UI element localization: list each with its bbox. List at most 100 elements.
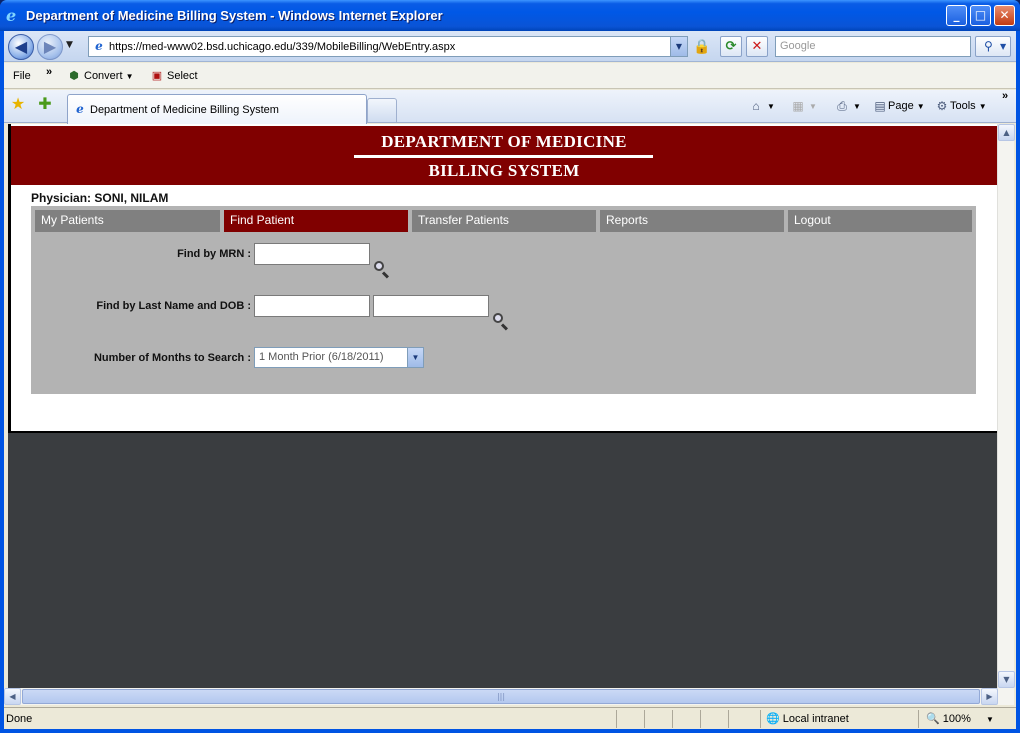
status-divider xyxy=(918,710,919,728)
add-favorites-icon[interactable]: ✚ xyxy=(36,96,54,114)
convert-icon: ⬢ xyxy=(69,70,79,83)
zoom-dropdown-icon[interactable]: ▼ xyxy=(986,715,994,724)
menu-file[interactable]: File xyxy=(13,63,31,89)
page-menu[interactable]: ▤ Page ▼ xyxy=(872,98,925,115)
address-url[interactable]: https://med-www02.bsd.uchicago.edu/339/M… xyxy=(109,40,455,54)
security-zone[interactable]: 🌐 Local intranet xyxy=(766,709,849,729)
tab-active[interactable]: e Department of Medicine Billing System xyxy=(67,94,367,124)
zoom-icon: 🔍 xyxy=(926,713,940,725)
status-text: Done xyxy=(6,713,33,725)
printer-icon: ⎙ xyxy=(837,99,847,114)
favorites-star-icon[interactable]: ★ xyxy=(9,96,27,114)
physician-name: Physician: SONI, NILAM xyxy=(31,191,169,205)
title-bar[interactable]: e Department of Medicine Billing System … xyxy=(0,0,1020,31)
page-icon: ▤ xyxy=(874,99,886,114)
tab-bar: ★ ✚ e Department of Medicine Billing Sys… xyxy=(4,88,1016,124)
refresh-button[interactable]: ⟳ xyxy=(720,36,742,57)
search-panel: My Patients Find Patient Transfer Patien… xyxy=(31,206,976,394)
recent-pages-dropdown-icon[interactable]: ▼ xyxy=(66,40,73,50)
name-dob-label: Find by Last Name and DOB : xyxy=(96,300,251,312)
horizontal-scroll-thumb[interactable]: ||| xyxy=(22,689,980,704)
ie-logo-icon: e xyxy=(6,6,17,25)
content-viewport: DEPARTMENT OF MEDICINE BILLING SYSTEM Ph… xyxy=(8,124,997,688)
search-button[interactable]: ⚲ ▼ xyxy=(975,36,1011,57)
tab-my-patients[interactable]: My Patients xyxy=(35,210,220,232)
rss-icon: ▦ xyxy=(792,99,804,114)
months-label: Number of Months to Search : xyxy=(93,352,251,364)
header-divider xyxy=(354,155,653,158)
tools-dropdown-icon: ▼ xyxy=(978,102,987,111)
convert-button[interactable]: ⬢ Convert ▼ xyxy=(66,63,134,90)
name-dob-search-icon[interactable] xyxy=(492,312,510,331)
last-name-input[interactable] xyxy=(254,295,370,317)
zoom-control[interactable]: 🔍 100% ▼ xyxy=(926,709,994,730)
status-divider xyxy=(728,710,729,728)
globe-icon: 🌐 xyxy=(766,713,780,725)
scroll-right-icon[interactable]: ▶ xyxy=(981,688,998,705)
chevron-down-icon[interactable]: ▼ xyxy=(407,348,423,367)
close-button[interactable]: ✕ xyxy=(994,5,1015,26)
gear-icon: ⚙ xyxy=(936,99,948,114)
print-dropdown-icon[interactable]: ▼ xyxy=(853,102,861,111)
zoom-level: 100% xyxy=(942,713,971,725)
scroll-down-icon[interactable]: ▼ xyxy=(998,671,1015,688)
print-button[interactable]: ⎙ ▼ xyxy=(834,98,861,115)
feeds-dropdown-icon[interactable]: ▼ xyxy=(809,102,817,111)
stop-button[interactable]: ✕ xyxy=(746,36,768,57)
maximize-button[interactable]: □ xyxy=(970,5,991,26)
months-selected-value: 1 Month Prior (6/18/2011) xyxy=(259,351,384,363)
menu-overflow-chevron[interactable]: » xyxy=(46,59,52,85)
tab-page-icon: e xyxy=(76,102,84,116)
status-bar: Done 🌐 Local intranet 🔍 100% ▼ xyxy=(4,707,1016,729)
header-title: DEPARTMENT OF MEDICINE xyxy=(381,132,627,151)
header-subtitle: BILLING SYSTEM xyxy=(428,161,580,180)
menu-bar: File » ⬢ Convert ▼ ▣ Select xyxy=(4,63,1016,89)
address-toolbar: ◀ ▶ ▼ e https://med-www02.bsd.uchicago.e… xyxy=(4,31,1016,62)
page-menu-label: Page xyxy=(888,100,914,112)
tab-transfer-patients[interactable]: Transfer Patients xyxy=(412,210,596,232)
browser-window: e Department of Medicine Billing System … xyxy=(0,0,1020,733)
new-tab-button[interactable] xyxy=(367,98,397,123)
dob-input[interactable] xyxy=(373,295,489,317)
mrn-search-icon[interactable] xyxy=(373,260,391,279)
status-divider xyxy=(672,710,673,728)
mrn-label: Find by MRN : xyxy=(177,248,251,260)
command-overflow-chevron[interactable]: » xyxy=(1002,88,1008,104)
tools-menu-label: Tools xyxy=(950,100,976,112)
tab-logout[interactable]: Logout xyxy=(788,210,972,232)
window-title: Department of Medicine Billing System - … xyxy=(26,8,443,23)
site-header: DEPARTMENT OF MEDICINE BILLING SYSTEM xyxy=(11,126,997,185)
lock-icon[interactable]: 🔒 xyxy=(692,37,712,57)
tab-reports[interactable]: Reports xyxy=(600,210,784,232)
tools-menu[interactable]: ⚙ Tools ▼ xyxy=(934,98,987,115)
months-select[interactable]: 1 Month Prior (6/18/2011) ▼ xyxy=(254,347,424,368)
tab-find-patient[interactable]: Find Patient xyxy=(224,210,408,232)
search-options-dropdown-icon[interactable]: ▼ xyxy=(1000,37,1006,56)
scroll-left-icon[interactable]: ◀ xyxy=(4,688,21,705)
address-dropdown-icon[interactable]: ▼ xyxy=(670,37,687,56)
select-button[interactable]: ▣ Select xyxy=(149,63,198,89)
home-icon: ⌂ xyxy=(752,99,760,114)
scroll-up-icon[interactable]: ▲ xyxy=(998,124,1015,141)
minimize-button[interactable]: _ xyxy=(946,5,967,26)
convert-dropdown-icon[interactable]: ▼ xyxy=(126,72,134,81)
forward-button[interactable]: ▶ xyxy=(37,34,63,60)
search-input[interactable]: Google xyxy=(775,36,971,57)
address-bar[interactable]: e https://med-www02.bsd.uchicago.edu/339… xyxy=(88,36,688,57)
home-button[interactable]: ⌂ ▼ xyxy=(748,98,775,115)
back-button[interactable]: ◀ xyxy=(8,34,34,60)
horizontal-scrollbar[interactable]: ◀ ||| ▶ xyxy=(4,688,1014,705)
home-dropdown-icon[interactable]: ▼ xyxy=(767,102,775,111)
zone-label: Local intranet xyxy=(782,713,849,725)
page-dropdown-icon: ▼ xyxy=(916,102,925,111)
search-icon: ⚲ xyxy=(984,39,993,53)
vertical-scrollbar[interactable]: ▲ ▼ xyxy=(997,124,1015,688)
select-icon: ▣ xyxy=(151,70,163,83)
mrn-input[interactable] xyxy=(254,243,370,265)
status-divider xyxy=(760,710,761,728)
page-icon: e xyxy=(95,39,103,53)
select-label: Select xyxy=(167,70,198,82)
status-divider xyxy=(700,710,701,728)
browser-chrome: ◀ ▶ ▼ e https://med-www02.bsd.uchicago.e… xyxy=(4,31,1016,729)
feeds-button[interactable]: ▦ ▼ xyxy=(790,98,817,115)
